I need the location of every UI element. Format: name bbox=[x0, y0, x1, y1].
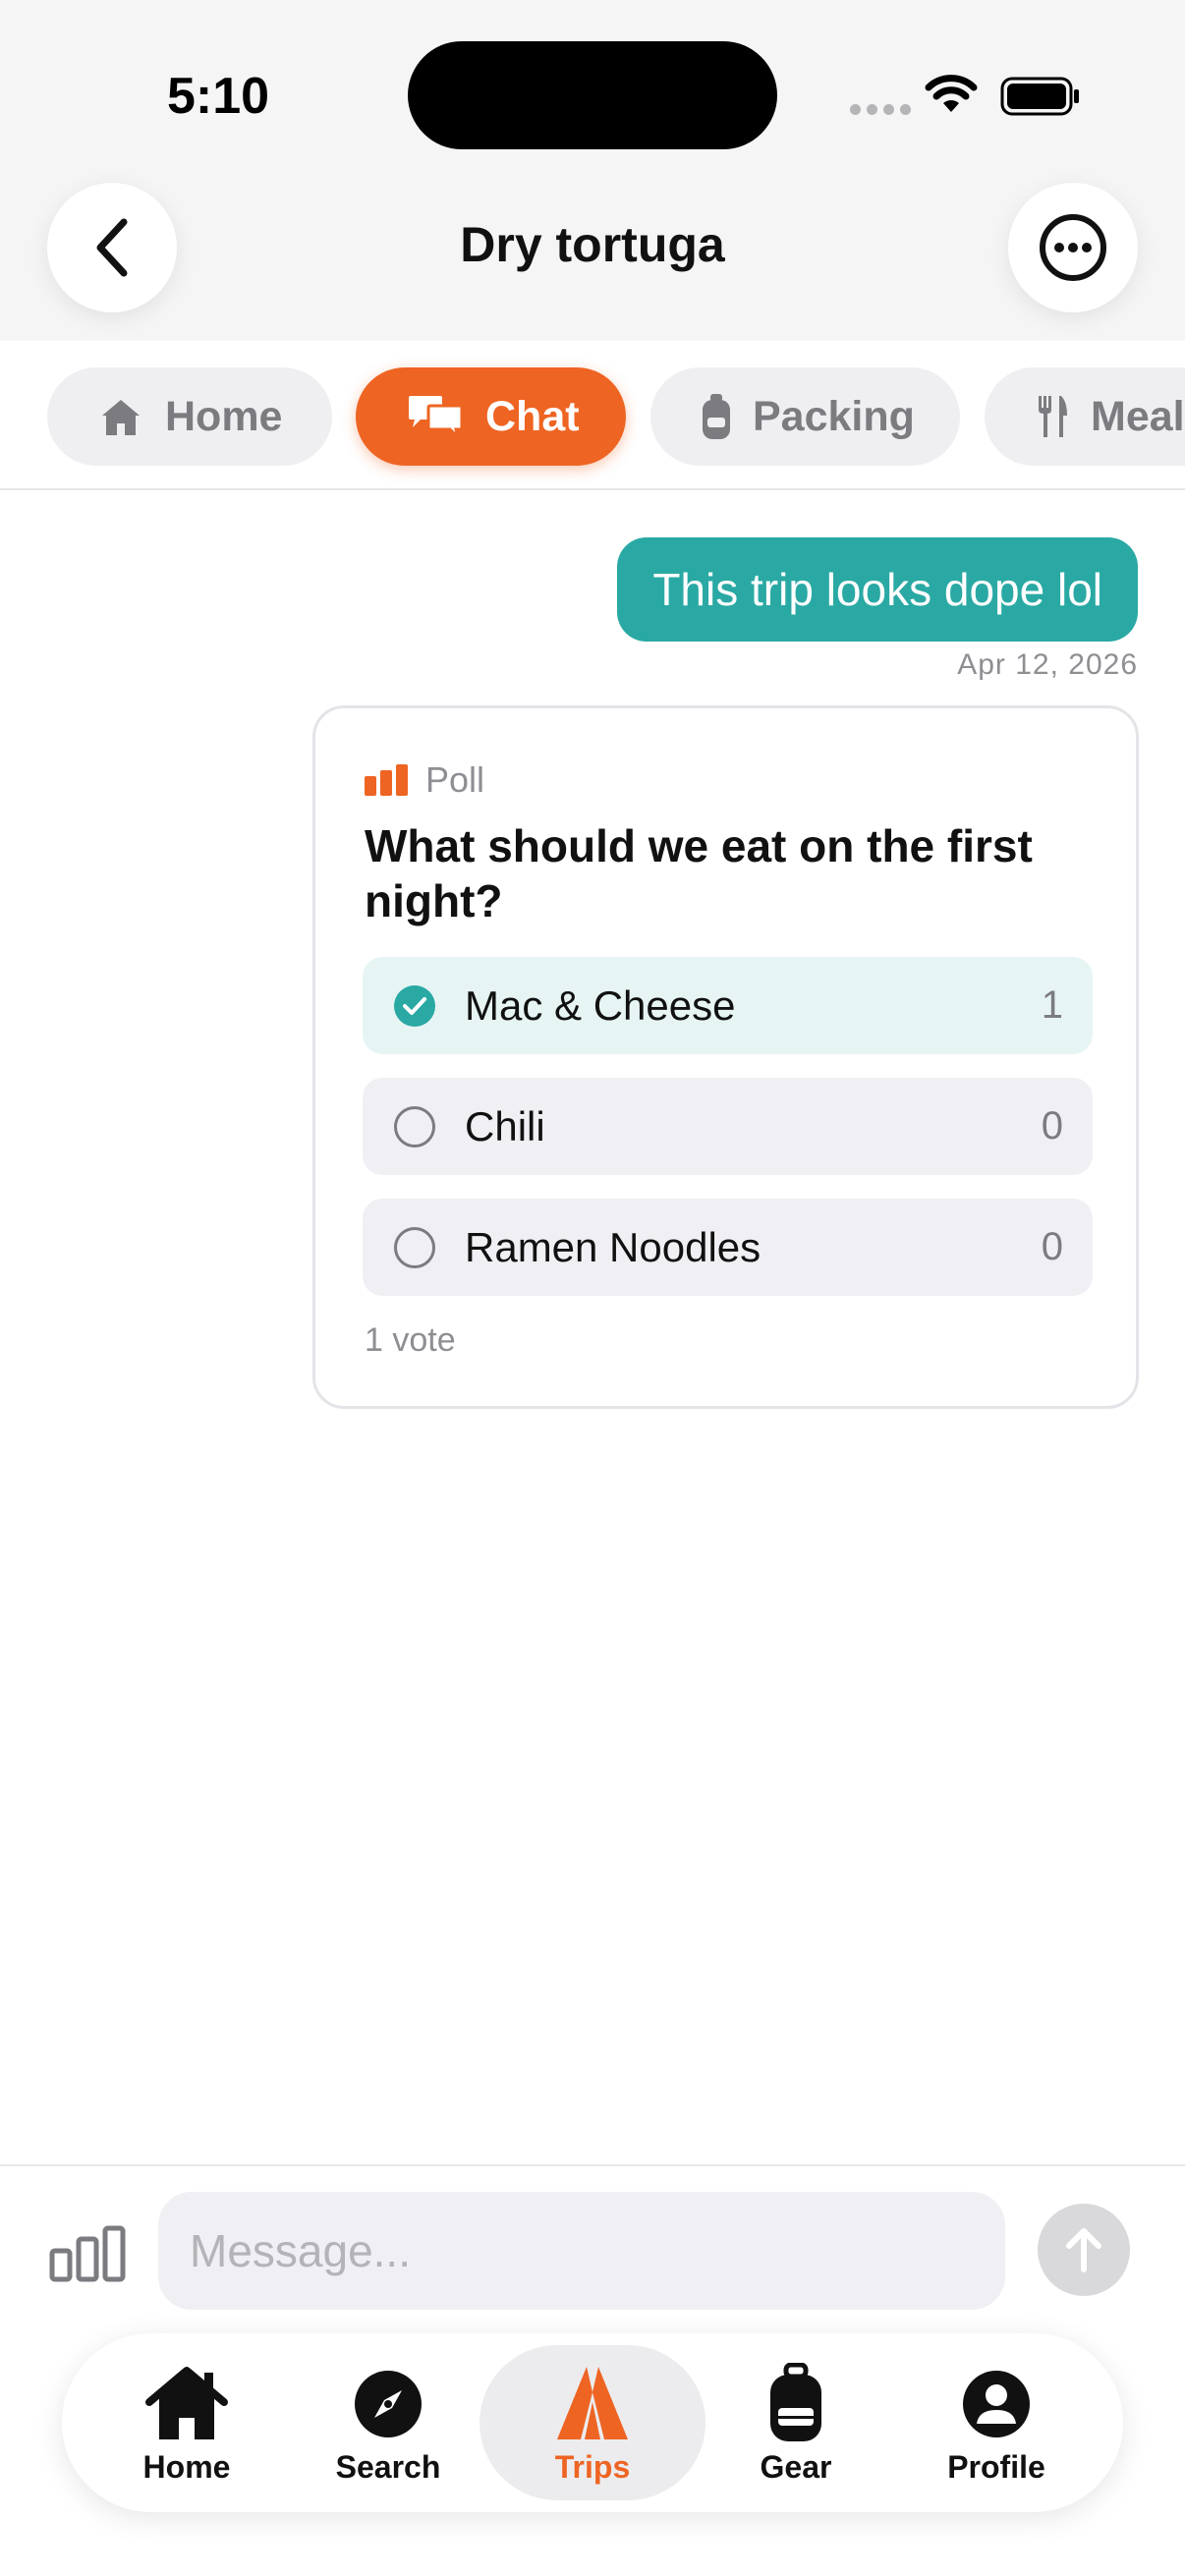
battery-icon bbox=[1000, 77, 1079, 116]
poll-option[interactable]: Mac & Cheese 1 bbox=[363, 957, 1093, 1054]
poll-option[interactable]: Chili 0 bbox=[363, 1078, 1093, 1175]
message-bubble[interactable]: This trip looks dope lol bbox=[617, 537, 1138, 642]
tab-meals-label: Meals bbox=[1091, 392, 1185, 440]
tab-chat[interactable]: Chat bbox=[356, 367, 626, 466]
bottom-tab-bar: Home Search Trips Gear Profile bbox=[62, 2333, 1123, 2512]
radio-circle-icon bbox=[394, 1105, 435, 1148]
tab-meals[interactable]: Meals bbox=[985, 367, 1185, 466]
bar-chart-icon bbox=[365, 764, 408, 796]
poll-option[interactable]: Ramen Noodles 0 bbox=[363, 1199, 1093, 1296]
radio-circle-icon bbox=[394, 1226, 435, 1268]
tab-bar-profile[interactable]: Profile bbox=[898, 2345, 1095, 2500]
backpack-icon bbox=[770, 2363, 821, 2441]
compass-icon bbox=[355, 2371, 422, 2437]
poll-option-count: 0 bbox=[1041, 1225, 1063, 1268]
tent-icon bbox=[557, 2367, 628, 2439]
more-options-button[interactable] bbox=[1008, 183, 1138, 312]
house-icon bbox=[102, 400, 140, 435]
top-area: 5:10 Dry tortuga bbox=[0, 0, 1185, 341]
tab-bar-profile-label: Profile bbox=[947, 2449, 1045, 2485]
poll-option-count: 0 bbox=[1041, 1104, 1063, 1148]
tab-packing-label: Packing bbox=[753, 392, 915, 440]
tab-bar-home[interactable]: Home bbox=[88, 2345, 285, 2500]
tab-bar-gear-label: Gear bbox=[760, 2449, 832, 2485]
tab-packing[interactable]: Packing bbox=[650, 367, 960, 466]
tab-bar-search-label: Search bbox=[335, 2449, 441, 2485]
create-poll-button[interactable] bbox=[49, 2225, 126, 2287]
bar-chart-outline-icon bbox=[49, 2225, 126, 2282]
poll-tag-label: Poll bbox=[425, 759, 485, 800]
person-icon bbox=[963, 2371, 1030, 2437]
tab-bar-trips[interactable]: Trips bbox=[480, 2345, 705, 2500]
message-timestamp: Apr 12, 2026 bbox=[957, 648, 1138, 681]
poll-option-label: Ramen Noodles bbox=[465, 1223, 762, 1270]
wifi-icon bbox=[925, 75, 978, 112]
tab-home[interactable]: Home bbox=[47, 367, 332, 466]
poll-option-label: Mac & Cheese bbox=[465, 981, 736, 1029]
poll-option-label: Chili bbox=[465, 1102, 545, 1149]
tab-bar-search[interactable]: Search bbox=[290, 2345, 486, 2500]
send-button[interactable] bbox=[1038, 2204, 1130, 2296]
poll-tag: Poll bbox=[365, 759, 484, 801]
fork-knife-icon bbox=[1039, 396, 1067, 437]
dynamic-island bbox=[408, 41, 777, 149]
chat-bubbles-icon bbox=[409, 396, 464, 439]
home-icon bbox=[145, 2367, 228, 2439]
poll-vote-count: 1 vote bbox=[365, 1321, 456, 1359]
trip-tabs: Home Chat Packing Meals bbox=[0, 341, 1185, 490]
backpack-icon bbox=[703, 394, 730, 439]
header: Dry tortuga bbox=[0, 177, 1185, 319]
poll-option-count: 1 bbox=[1041, 983, 1063, 1027]
arrow-up-icon bbox=[1066, 2228, 1101, 2272]
ellipsis-circle-icon bbox=[1040, 214, 1106, 281]
tab-bar-trips-label: Trips bbox=[554, 2449, 631, 2485]
poll-card: Poll What should we eat on the first nig… bbox=[312, 705, 1139, 1409]
tab-chat-label: Chat bbox=[485, 392, 580, 440]
tab-bar-gear[interactable]: Gear bbox=[698, 2345, 894, 2500]
cellular-signal-icon bbox=[850, 104, 911, 115]
checkmark-circle-icon bbox=[394, 984, 435, 1027]
tab-bar-home-label: Home bbox=[142, 2449, 231, 2485]
tab-home-label: Home bbox=[165, 392, 283, 440]
poll-question: What should we eat on the first night? bbox=[365, 820, 1033, 927]
status-time: 5:10 bbox=[167, 68, 270, 125]
message-input[interactable] bbox=[158, 2192, 1005, 2310]
